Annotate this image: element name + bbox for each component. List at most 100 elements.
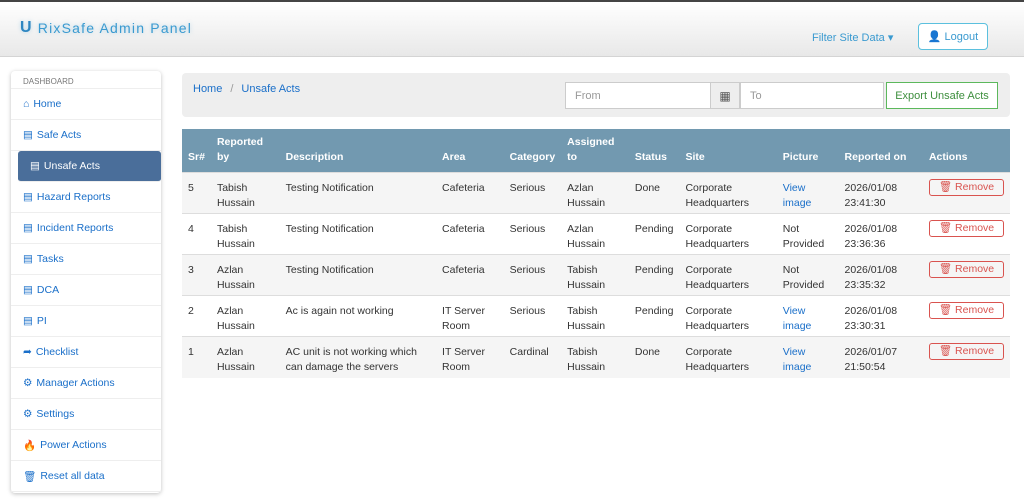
column-header: Assigned to — [561, 129, 629, 173]
export-unsafe-acts-button[interactable]: Export Unsafe Acts — [886, 82, 998, 109]
logout-label: Logout — [944, 30, 979, 43]
sidebar-icon: 🔥 — [23, 439, 37, 452]
column-header: Category — [503, 129, 562, 173]
breadcrumb-separator: / — [230, 83, 234, 95]
sidebar-item-hazard-reports[interactable]: ▤ Hazard Reports — [11, 182, 161, 213]
trash-icon: 🗑 — [938, 304, 953, 316]
cell-site: Corporate Headquarters — [679, 254, 777, 296]
cell-desc: Testing Notification — [279, 172, 437, 214]
view-image-link[interactable]: View image — [783, 346, 812, 373]
column-header: Reported by — [210, 129, 280, 173]
brand-title: RixSafe Admin Panel — [37, 20, 193, 36]
remove-label: Remove — [955, 345, 995, 357]
remove-button[interactable]: 🗑 Remove — [928, 179, 1004, 196]
sidebar-icon: ⚙ — [23, 408, 33, 420]
cell-sr: 1 — [182, 336, 211, 378]
sidebar-item-safe-acts[interactable]: ▤ Safe Acts — [11, 120, 161, 151]
cell-to: Tabish Hussain — [561, 295, 629, 337]
sidebar-icon: ⌂ — [23, 98, 30, 110]
from-date-input[interactable]: From — [565, 82, 711, 109]
shield-logo-icon: U — [20, 19, 33, 36]
table-row: 1 Azlan Hussain AC unit is not working whi… — [182, 336, 1010, 378]
sidebar-item-home[interactable]: ⌂ Home — [11, 89, 161, 120]
cell-date: 2026/01/08 23:41:30 — [838, 172, 923, 214]
logout-button[interactable]: 👤 Logout — [918, 23, 988, 50]
breadcrumb-current[interactable]: Unsafe Acts — [241, 83, 300, 95]
breadcrumb-home[interactable]: Home — [193, 83, 222, 95]
unsafe-acts-table: Sr# Reported by Description Area Category Ass… — [182, 129, 1010, 378]
cell-area: Cafeteria — [436, 254, 504, 296]
cell-cat: Cardinal — [503, 336, 562, 378]
cell-status: Pending — [628, 254, 680, 296]
cell-picture: View image — [776, 295, 839, 337]
cell-to: Tabish Hussain — [561, 254, 629, 296]
sidebar-item-reset-all-data[interactable]: 🗑 Reset all data — [11, 461, 161, 492]
sidebar-icon: ▤ — [30, 160, 40, 172]
column-header: Site — [679, 129, 777, 173]
cell-desc: Testing Notification — [279, 213, 437, 255]
sidebar-item-label: Tasks — [36, 253, 64, 265]
sidebar-icon: ⚙ — [23, 377, 33, 389]
sidebar-item-pi[interactable]: ▤ PI — [11, 306, 161, 337]
sidebar-item-label: Hazard Reports — [36, 191, 111, 203]
remove-button[interactable]: 🗑 Remove — [928, 220, 1004, 237]
remove-label: Remove — [955, 181, 995, 193]
cell-date: 2026/01/08 23:36:36 — [838, 213, 923, 255]
remove-label: Remove — [955, 304, 995, 316]
view-image-link[interactable]: View image — [783, 182, 812, 209]
cell-sr: 5 — [182, 172, 211, 214]
cell-site: Corporate Headquarters — [679, 172, 777, 214]
sidebar-item-label: Safe Acts — [36, 129, 82, 141]
remove-label: Remove — [955, 263, 995, 275]
cell-area: IT Server Room — [436, 295, 504, 337]
sidebar: DASHBOARD ⌂ Home ▤ Safe Acts ▤ Unsafe Acts ▤ Ha… — [11, 71, 161, 493]
sidebar-item-label: Settings — [36, 408, 75, 420]
trash-icon: 🗑 — [938, 345, 953, 357]
cell-date: 2026/01/08 23:35:32 — [838, 254, 923, 296]
cell-status: Pending — [628, 295, 680, 337]
calendar-grid-icon[interactable]: ▦ — [710, 82, 740, 109]
cell-cat: Serious — [503, 295, 562, 337]
sidebar-item-checklist[interactable]: ➦ Checklist — [11, 337, 161, 368]
table-row: 3 Azlan Hussain Testing Notification Cafete… — [182, 254, 1010, 296]
cell-actions: 🗑 Remove — [922, 213, 1010, 255]
remove-button[interactable]: 🗑 Remove — [928, 343, 1004, 360]
brand[interactable]: U RixSafe Admin Panel — [20, 19, 192, 37]
user-icon: 👤 — [927, 31, 942, 43]
cell-area: Cafeteria — [436, 213, 504, 255]
sidebar-item-label: Manager Actions — [36, 377, 115, 389]
cell-by: Azlan Hussain — [210, 295, 280, 337]
sidebar-item-label: Reset all data — [40, 470, 105, 482]
cell-site: Corporate Headquarters — [679, 295, 777, 337]
cell-by: Tabish Hussain — [210, 213, 280, 255]
sidebar-item-label: Power Actions — [40, 439, 107, 451]
view-image-link[interactable]: View image — [783, 305, 812, 332]
remove-button[interactable]: 🗑 Remove — [928, 302, 1004, 319]
sidebar-item-power-actions[interactable]: 🔥 Power Actions — [11, 430, 161, 461]
cell-status: Pending — [628, 213, 680, 255]
sidebar-item-label: DCA — [36, 284, 60, 296]
trash-icon: 🗑 — [938, 263, 953, 275]
cell-sr: 3 — [182, 254, 211, 296]
sidebar-item-settings[interactable]: ⚙ Settings — [11, 399, 161, 430]
sidebar-item-unsafe-acts[interactable]: ▤ Unsafe Acts — [18, 151, 161, 182]
sidebar-icon: 🗑 — [23, 470, 37, 483]
breadcrumb: Home / Unsafe Acts — [193, 83, 300, 95]
cell-cat: Serious — [503, 213, 562, 255]
cell-cat: Serious — [503, 172, 562, 214]
sidebar-icon: ▤ — [23, 315, 33, 327]
sidebar-item-dca[interactable]: ▤ DCA — [11, 275, 161, 306]
sidebar-item-incident-reports[interactable]: ▤ Incident Reports — [11, 213, 161, 244]
sidebar-item-manager-actions[interactable]: ⚙ Manager Actions — [11, 368, 161, 399]
cell-area: IT Server Room — [436, 336, 504, 378]
toolbar-well: Home / Unsafe Acts From ▦ To Export Unsafe… — [182, 73, 1010, 117]
cell-actions: 🗑 Remove — [922, 254, 1010, 296]
sidebar-item-tasks[interactable]: ▤ Tasks — [11, 244, 161, 275]
filter-site-data-dropdown[interactable]: Filter Site Data ▾ — [812, 31, 893, 44]
column-header: Picture — [776, 129, 839, 173]
column-header: Area — [436, 129, 504, 173]
column-header: Sr# — [182, 129, 211, 173]
remove-button[interactable]: 🗑 Remove — [928, 261, 1004, 278]
to-date-input[interactable]: To — [740, 82, 884, 109]
cell-desc: AC unit is not working which can damage … — [279, 336, 437, 378]
